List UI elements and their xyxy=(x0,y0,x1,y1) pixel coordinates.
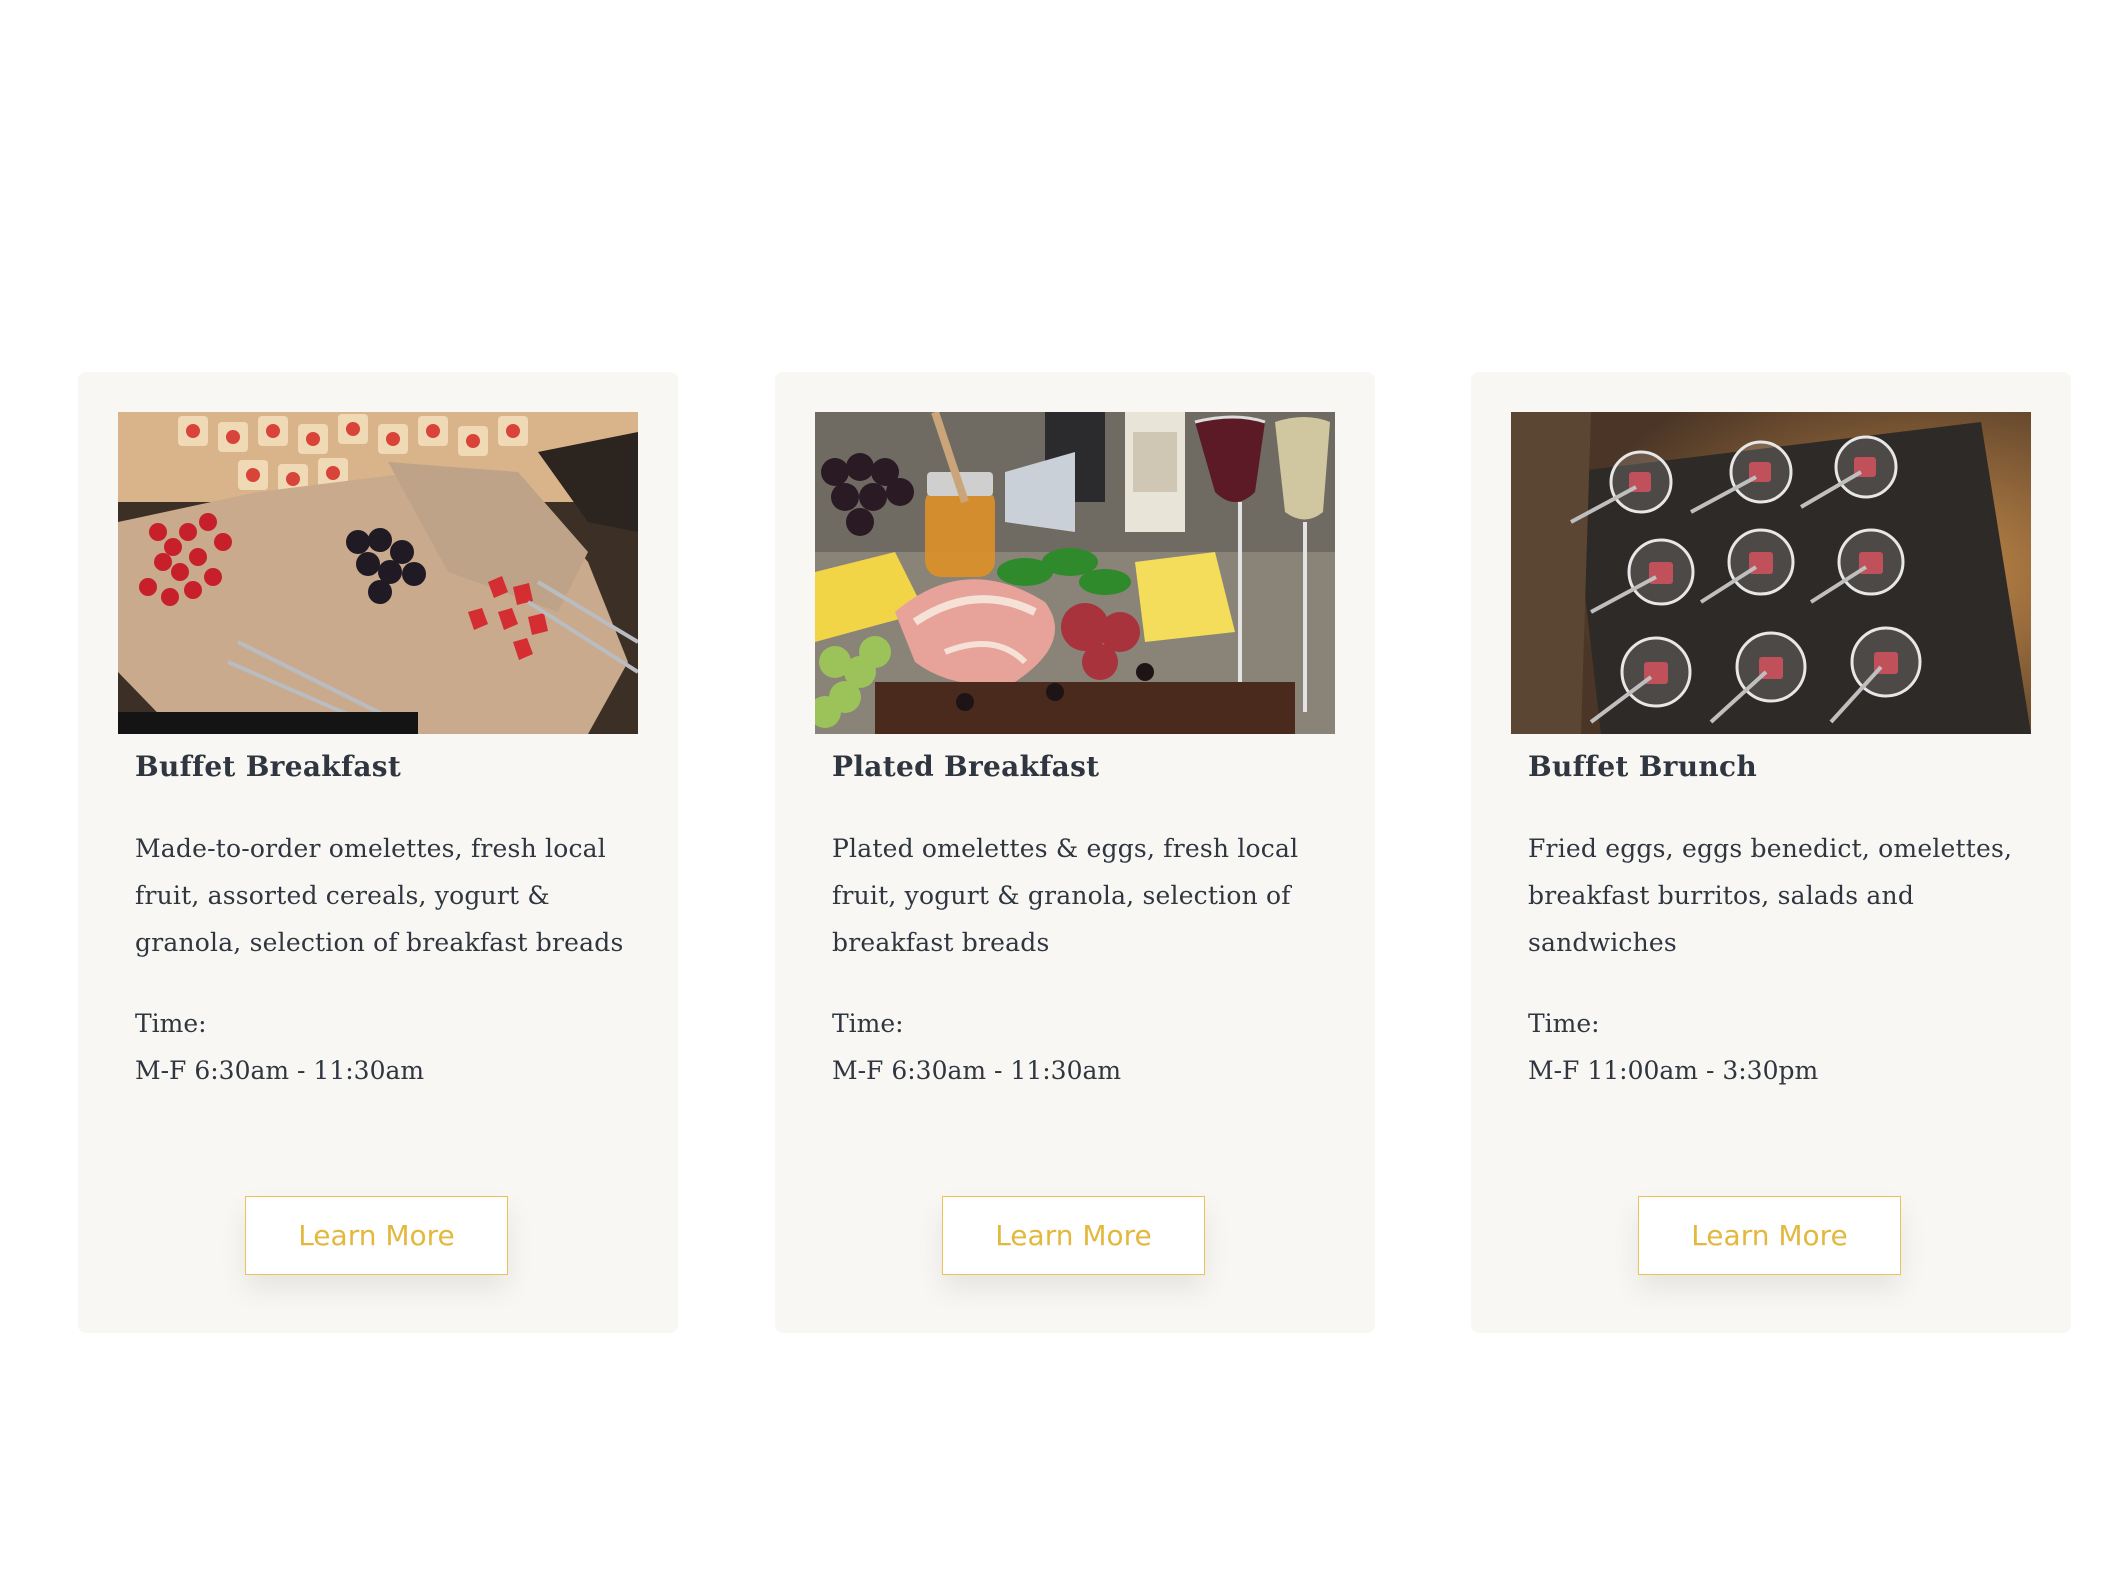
learn-more-button[interactable]: Learn More xyxy=(1638,1196,1901,1275)
buffet-brunch-photo xyxy=(1511,412,2031,734)
card-title: Buffet Brunch xyxy=(1528,750,1758,783)
time-value: M-F 6:30am - 11:30am xyxy=(832,1056,1122,1085)
time-value: M-F 11:00am - 3:30pm xyxy=(1528,1056,1819,1085)
menu-cards-section: Buffet Breakfast Made-to-order omelettes… xyxy=(0,0,2113,1585)
card-title: Plated Breakfast xyxy=(832,750,1100,783)
card-description: Fried eggs, eggs benedict, omelettes, br… xyxy=(1528,834,2013,957)
time-value: M-F 6:30am - 11:30am xyxy=(135,1056,425,1085)
time-label: Time: xyxy=(1528,1009,1600,1038)
menu-card-plated-breakfast: Plated Breakfast Plated omelettes & eggs… xyxy=(775,372,1375,1333)
buffet-breakfast-photo xyxy=(118,412,638,734)
menu-card-buffet-breakfast: Buffet Breakfast Made-to-order omelettes… xyxy=(78,372,678,1333)
plated-breakfast-photo xyxy=(815,412,1335,734)
time-label: Time: xyxy=(832,1009,904,1038)
card-description: Made-to-order omelettes, fresh local fru… xyxy=(135,834,624,957)
learn-more-button[interactable]: Learn More xyxy=(942,1196,1205,1275)
time-label: Time: xyxy=(135,1009,207,1038)
menu-card-buffet-brunch: Buffet Brunch Fried eggs, eggs benedict,… xyxy=(1471,372,2071,1333)
card-title: Buffet Breakfast xyxy=(135,750,402,783)
card-description: Plated omelettes & eggs, fresh local fru… xyxy=(832,834,1299,957)
learn-more-button[interactable]: Learn More xyxy=(245,1196,508,1275)
